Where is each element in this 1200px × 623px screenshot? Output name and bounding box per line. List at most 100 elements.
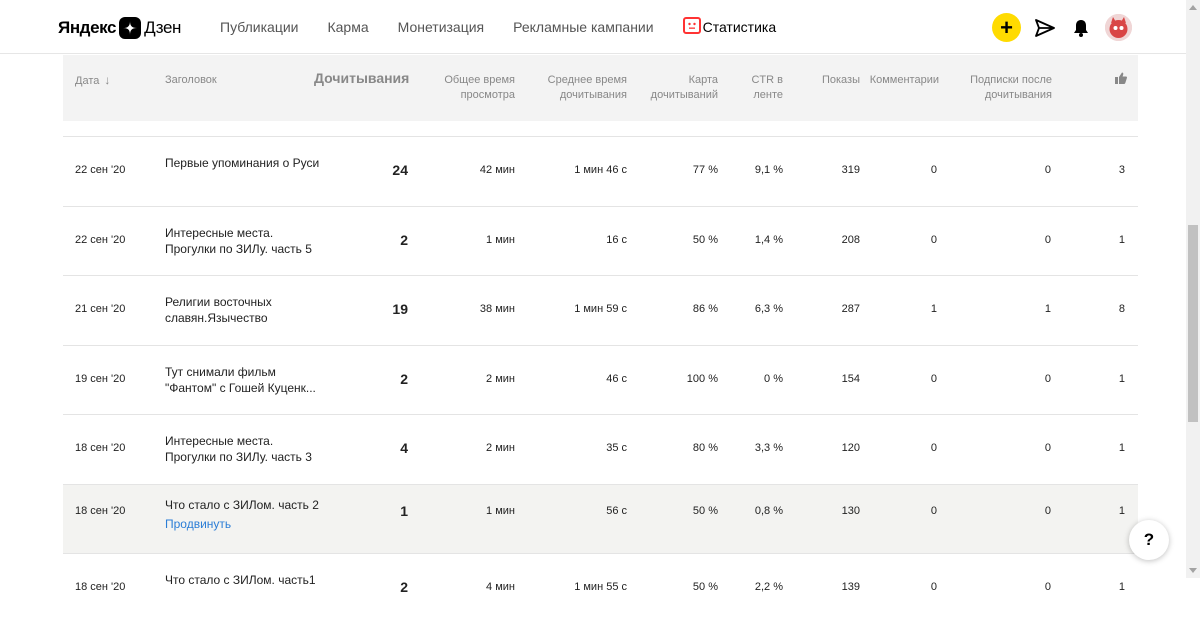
cell-ctr: 1,4 % — [754, 233, 783, 246]
table-row[interactable]: 22 сен '20 Интересные места. Прогулки по … — [63, 205, 1138, 276]
cell-total-time: 4 мин — [486, 581, 515, 593]
cell-read-map: 80 % — [692, 442, 718, 454]
cell-comments: 1 — [930, 303, 937, 315]
table-row[interactable]: 18 сен '20 Что стало с ЗИЛом. часть 2 Прод… — [63, 483, 1138, 553]
scroll-up-icon[interactable] — [1189, 5, 1197, 10]
cell-avg-time: 16 с — [606, 233, 627, 246]
cell-reads: 4 — [400, 440, 408, 456]
column-views[interactable]: Показы — [822, 73, 860, 88]
cell-date: 22 сен '20 — [75, 233, 126, 246]
cell-title[interactable]: Интересные места. Прогулки по ЗИЛу. част… — [165, 433, 325, 465]
cell-subscriptions: 0 — [1044, 581, 1051, 593]
table-row[interactable]: 19 сен '20 Тут снимали фильм "Фантом" с Г… — [63, 344, 1138, 415]
cell-total-time: 1 мин — [486, 233, 515, 246]
main-nav: Публикации Карма Монетизация Рекламные к… — [220, 17, 805, 35]
column-ctr[interactable]: CTR в ленте — [737, 73, 783, 103]
cell-likes: 3 — [1118, 164, 1125, 176]
column-total-time[interactable]: Общее время просмотра — [435, 73, 515, 103]
cell-ctr: 3,3 % — [754, 442, 783, 454]
thumbs-up-icon[interactable] — [1115, 72, 1127, 89]
cell-read-map: 77 % — [692, 164, 718, 176]
cell-avg-time: 1 мин 59 с — [574, 303, 627, 315]
paper-plane-icon[interactable] — [1033, 16, 1057, 40]
table-row[interactable]: 21 сен '20 Религии восточных славян.Языче… — [63, 275, 1138, 345]
cell-likes: 1 — [1118, 372, 1125, 385]
cell-total-time: 2 мин — [486, 372, 515, 385]
cell-read-map: 100 % — [686, 372, 718, 385]
scrollbar[interactable] — [1186, 0, 1200, 578]
column-date-label: Дата — [75, 75, 100, 87]
nav-ad-campaigns[interactable]: Рекламные кампании — [513, 19, 653, 35]
column-avg-time[interactable]: Среднее время дочитывания — [537, 73, 627, 103]
column-title[interactable]: Заголовок — [165, 73, 217, 88]
cell-ctr: 6,3 % — [754, 303, 783, 315]
nav-publications[interactable]: Публикации — [220, 19, 298, 35]
cell-ctr: 9,1 % — [754, 164, 783, 176]
cell-reads: 19 — [392, 301, 408, 317]
cell-ctr: 2,2 % — [754, 581, 783, 593]
cell-title-text: Интересные места. Прогулки по ЗИЛу. част… — [165, 434, 312, 464]
cell-views: 154 — [841, 372, 860, 385]
nav-monetization[interactable]: Монетизация — [398, 19, 485, 35]
cell-views: 139 — [841, 581, 860, 593]
scroll-down-icon[interactable] — [1189, 568, 1197, 573]
cell-comments: 0 — [930, 233, 937, 246]
sort-down-icon: ↓ — [104, 73, 111, 87]
cell-read-map: 50 % — [692, 233, 718, 246]
cell-likes: 1 — [1118, 233, 1125, 246]
scroll-thumb[interactable] — [1188, 225, 1198, 422]
stats-table-body: 22 сен '20 Первые упоминания о Руси 24 42 м… — [63, 136, 1138, 623]
cell-avg-time: 1 мин 55 с — [574, 581, 627, 593]
cell-date: 22 сен '20 — [75, 164, 126, 176]
cell-read-map: 86 % — [692, 303, 718, 315]
table-header: Дата ↓ Заголовок Дочитывания Общее время … — [63, 55, 1138, 121]
cell-title-text: Тут снимали фильм "Фантом" с Гошей Куцен… — [165, 364, 316, 395]
cell-title[interactable]: Что стало с ЗИЛом. часть 2 Продвинуть — [165, 497, 325, 532]
column-reads[interactable]: Дочитывания — [314, 71, 409, 86]
cell-comments: 0 — [930, 581, 937, 593]
help-button[interactable]: ? — [1129, 520, 1169, 560]
cell-ctr: 0,8 % — [754, 504, 783, 517]
cell-read-map: 50 % — [692, 581, 718, 593]
column-comments[interactable]: Комментарии — [870, 73, 939, 88]
cell-title[interactable]: Интересные места. Прогулки по ЗИЛу. част… — [165, 225, 325, 257]
promote-link[interactable]: Продвинуть — [165, 516, 325, 532]
column-subscriptions[interactable]: Подписки после дочитывания — [952, 73, 1052, 103]
cell-title-text: Что стало с ЗИЛом. часть 2 — [165, 497, 319, 512]
cell-reads: 2 — [400, 579, 408, 595]
cell-title-text: Первые упоминания о Руси — [165, 156, 320, 170]
create-button[interactable]: + — [992, 13, 1021, 42]
cell-views: 319 — [841, 164, 860, 176]
table-row[interactable]: 18 сен '20 Интересные места. Прогулки по … — [63, 414, 1138, 484]
column-read-map[interactable]: Карта дочитываний — [638, 73, 718, 103]
cell-title[interactable]: Тут снимали фильм "Фантом" с Гошей Куцен… — [165, 364, 325, 396]
column-date[interactable]: Дата ↓ — [75, 73, 110, 89]
cell-title[interactable]: Религии восточных славян.Язычество — [165, 294, 325, 326]
cell-subscriptions: 0 — [1044, 504, 1051, 517]
cell-total-time: 1 мин — [486, 504, 515, 517]
cell-comments: 0 — [930, 372, 937, 385]
bell-icon[interactable] — [1069, 16, 1093, 40]
cell-reads: 2 — [400, 370, 408, 387]
cell-date: 19 сен '20 — [75, 372, 126, 385]
cell-reads: 2 — [400, 231, 408, 248]
cell-title[interactable]: Что стало с ЗИЛом. часть1 — [165, 572, 325, 588]
yandex-zen-logo[interactable]: Яндекс Дзен — [58, 16, 181, 40]
statistics-icon — [682, 17, 701, 34]
cell-avg-time: 56 с — [606, 504, 627, 517]
cell-title-text: Религии восточных славян.Язычество — [165, 295, 272, 325]
table-row[interactable]: 22 сен '20 Первые упоминания о Руси 24 42 м… — [63, 136, 1138, 206]
avatar[interactable] — [1105, 14, 1132, 41]
cell-comments: 0 — [930, 164, 937, 176]
cell-views: 287 — [841, 303, 860, 315]
cell-title-text: Что стало с ЗИЛом. часть1 — [165, 573, 316, 587]
cell-total-time: 38 мин — [479, 303, 515, 315]
cell-avg-time: 46 с — [606, 372, 627, 385]
nav-karma[interactable]: Карма — [327, 19, 368, 35]
cell-read-map: 50 % — [692, 504, 718, 517]
cell-views: 120 — [841, 442, 860, 454]
header-actions: + — [992, 13, 1132, 42]
table-row[interactable]: 18 сен '20 Что стало с ЗИЛом. часть1 2 4 ми… — [63, 553, 1138, 623]
nav-statistics[interactable]: Статистика — [682, 17, 776, 35]
cell-title[interactable]: Первые упоминания о Руси — [165, 155, 325, 171]
